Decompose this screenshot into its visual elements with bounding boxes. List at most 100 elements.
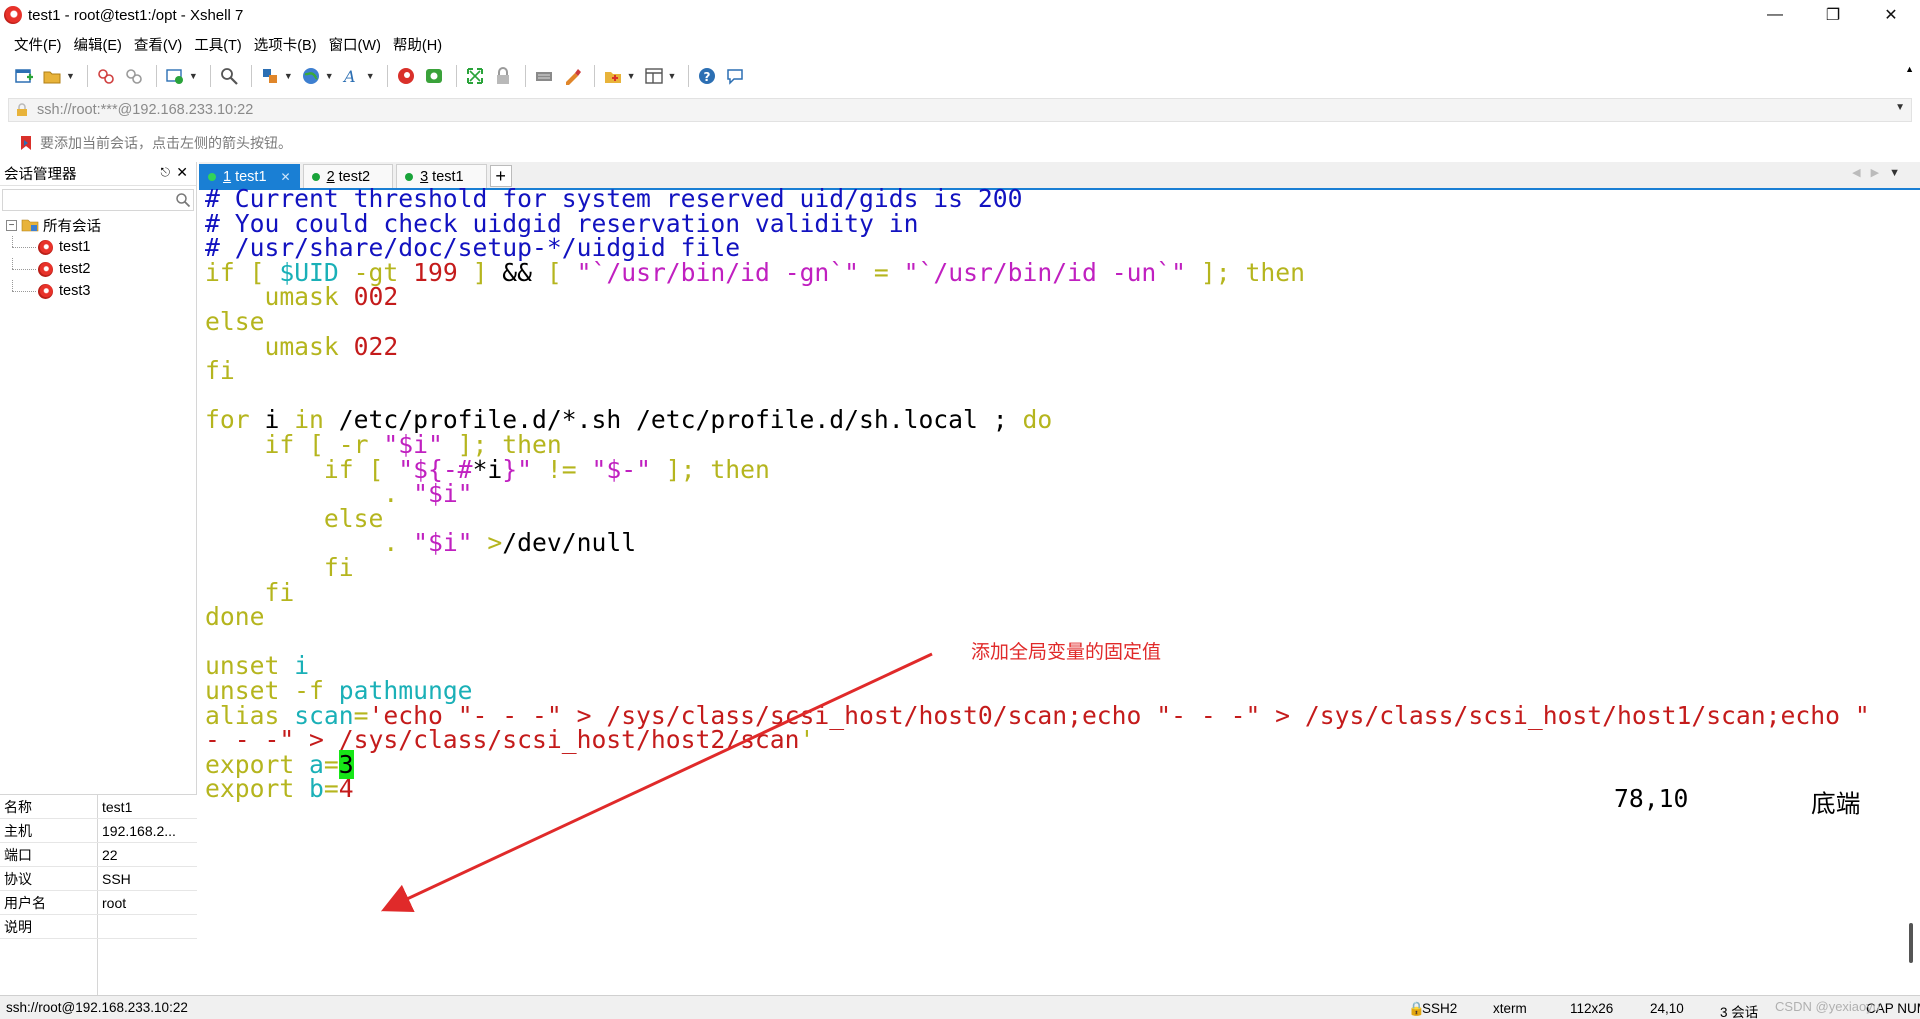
terminal-output[interactable]: # Current threshold for system reserved … xyxy=(199,184,1904,995)
session-label: test3 xyxy=(59,283,91,299)
menu-help[interactable]: 帮助(H) xyxy=(393,34,442,55)
toolbar-overflow-icon[interactable]: ▲ xyxy=(1905,64,1914,74)
menu-tabs[interactable]: 选项卡(B) xyxy=(254,34,317,55)
tab-number: 2 xyxy=(326,168,335,185)
lock-icon[interactable] xyxy=(491,64,515,88)
session-properties-table: 名称 test1 主机 192.168.2... 端口 22 协议 SSH 用户名 roo… xyxy=(0,794,197,995)
connect-icon[interactable] xyxy=(94,64,118,88)
tree-root-all-sessions[interactable]: − 所有会话 xyxy=(0,214,196,236)
terminal-token: b xyxy=(309,774,324,804)
property-value: root xyxy=(102,894,127,911)
disconnect-icon[interactable] xyxy=(122,64,146,88)
menu-edit[interactable]: 编辑(E) xyxy=(74,34,122,55)
keyboard-icon[interactable] xyxy=(532,64,556,88)
globe-dropdown-icon[interactable]: ▼ xyxy=(325,71,334,81)
font-icon[interactable]: A xyxy=(340,64,364,88)
tab-navigation[interactable]: ◀▶▼ xyxy=(1852,166,1910,179)
tab-number: 1 xyxy=(223,168,232,185)
reconnect-icon[interactable] xyxy=(163,64,187,88)
tab-number: 3 xyxy=(420,168,429,185)
scrollbar-thumb[interactable] xyxy=(1909,923,1913,963)
toolbar-separator xyxy=(524,65,526,87)
find-icon[interactable] xyxy=(217,64,241,88)
fullscreen-icon[interactable] xyxy=(463,64,487,88)
layout-icon[interactable] xyxy=(642,64,666,88)
toolbar-separator xyxy=(155,65,157,87)
terminal-line: export b=4 xyxy=(205,774,354,804)
status-position: 24,10 xyxy=(1650,1001,1684,1016)
annotation-text: 添加全局变量的固定值 xyxy=(971,642,1162,663)
property-key: 协议 xyxy=(0,867,98,890)
property-value xyxy=(98,915,197,938)
connected-status-icon xyxy=(405,172,414,181)
address-input[interactable]: ssh://root:***@192.168.233.10:22 xyxy=(37,102,253,118)
cursor-position: 78,10 xyxy=(1614,784,1689,813)
watermark-text: CSDN @yexiaoyu xyxy=(1775,999,1880,1014)
tab-next-icon[interactable]: ▶ xyxy=(1871,167,1889,179)
terminal-line: fi xyxy=(205,356,235,386)
terminal-token: ]; then xyxy=(650,454,770,484)
close-pane-icon[interactable]: ✕ xyxy=(176,164,188,181)
font-dropdown-icon[interactable]: ▼ xyxy=(366,71,375,81)
terminal-token: ' xyxy=(799,725,815,755)
window-controls: — ❐ ✕ xyxy=(1746,0,1920,30)
new-session-icon[interactable] xyxy=(12,64,36,88)
property-value: 22 xyxy=(102,846,118,863)
connected-status-icon xyxy=(208,172,216,181)
terminal-token: 022 xyxy=(353,331,399,361)
transfer-icon[interactable] xyxy=(258,64,282,88)
terminal-token: = xyxy=(859,257,904,287)
terminal-token: = xyxy=(323,774,339,804)
tree-session-test1[interactable]: test1 xyxy=(0,236,196,258)
menu-view[interactable]: 查看(V) xyxy=(134,34,182,55)
bookmark-arrow-icon[interactable] xyxy=(18,135,34,151)
search-icon[interactable] xyxy=(175,192,191,208)
terminal-token: ] xyxy=(457,257,503,287)
open-dropdown-icon[interactable]: ▼ xyxy=(66,71,75,81)
close-button[interactable]: ✕ xyxy=(1862,0,1920,30)
highlight-icon[interactable] xyxy=(560,64,584,88)
session-search-input[interactable] xyxy=(2,189,194,211)
globe-icon[interactable] xyxy=(299,64,323,88)
status-terminal-type: xterm xyxy=(1493,1001,1527,1016)
pin-icon[interactable]: ⎋ xyxy=(161,165,171,180)
window-title: test1 - root@test1:/opt - Xshell 7 xyxy=(28,6,244,24)
xftp-icon[interactable] xyxy=(422,64,446,88)
restore-button[interactable]: ❐ xyxy=(1804,0,1862,30)
status-protocol: SSH2 xyxy=(1422,1001,1458,1016)
address-bar[interactable]: ssh://root:***@192.168.233.10:22 ▼ xyxy=(8,98,1912,122)
minimize-button[interactable]: — xyxy=(1746,0,1804,30)
add-session-dropdown-icon[interactable]: ▼ xyxy=(627,71,636,81)
tree-session-test2[interactable]: test2 xyxy=(0,258,196,280)
transfer-dropdown-icon[interactable]: ▼ xyxy=(284,71,293,81)
terminal-token: /dev/null xyxy=(502,528,637,558)
session-label: test2 xyxy=(59,261,91,277)
property-value: test1 xyxy=(102,798,133,815)
menu-bar: 文件(F) 编辑(E) 查看(V) 工具(T) 选项卡(B) 窗口(W) 帮助(… xyxy=(0,30,1920,58)
reconnect-dropdown-icon[interactable]: ▼ xyxy=(189,71,198,81)
terminal-token: export xyxy=(205,774,310,804)
chat-icon[interactable] xyxy=(723,64,747,88)
tab-close-icon[interactable]: ✕ xyxy=(281,170,291,184)
terminal-token: "$i" xyxy=(413,528,473,558)
help-icon[interactable]: ? xyxy=(695,64,719,88)
tab-prev-icon[interactable]: ◀ xyxy=(1852,167,1870,179)
collapse-toggle-icon[interactable]: − xyxy=(6,219,17,231)
layout-dropdown-icon[interactable]: ▼ xyxy=(668,71,677,81)
toolbar-separator xyxy=(386,65,388,87)
property-filler xyxy=(0,939,197,995)
xshell-window: test1 - root@test1:/opt - Xshell 7 — ❐ ✕… xyxy=(0,0,1920,1019)
xshell-icon[interactable] xyxy=(394,64,418,88)
add-session-icon[interactable] xyxy=(601,64,625,88)
menu-file[interactable]: 文件(F) xyxy=(14,34,62,55)
status-sessions[interactable]: 3 会话 xyxy=(1720,1001,1758,1019)
terminal-scrollbar[interactable] xyxy=(1904,190,1920,995)
address-dropdown-icon[interactable]: ▼ xyxy=(1895,102,1905,113)
tree-session-test3[interactable]: test3 xyxy=(0,280,196,302)
open-folder-icon[interactable] xyxy=(40,64,64,88)
menu-window[interactable]: 窗口(W) xyxy=(329,34,381,55)
menu-tools[interactable]: 工具(T) xyxy=(194,34,242,55)
property-key: 说明 xyxy=(0,915,98,938)
padlock-icon xyxy=(17,103,27,116)
tab-list-dropdown-icon[interactable]: ▼ xyxy=(1889,167,1910,179)
